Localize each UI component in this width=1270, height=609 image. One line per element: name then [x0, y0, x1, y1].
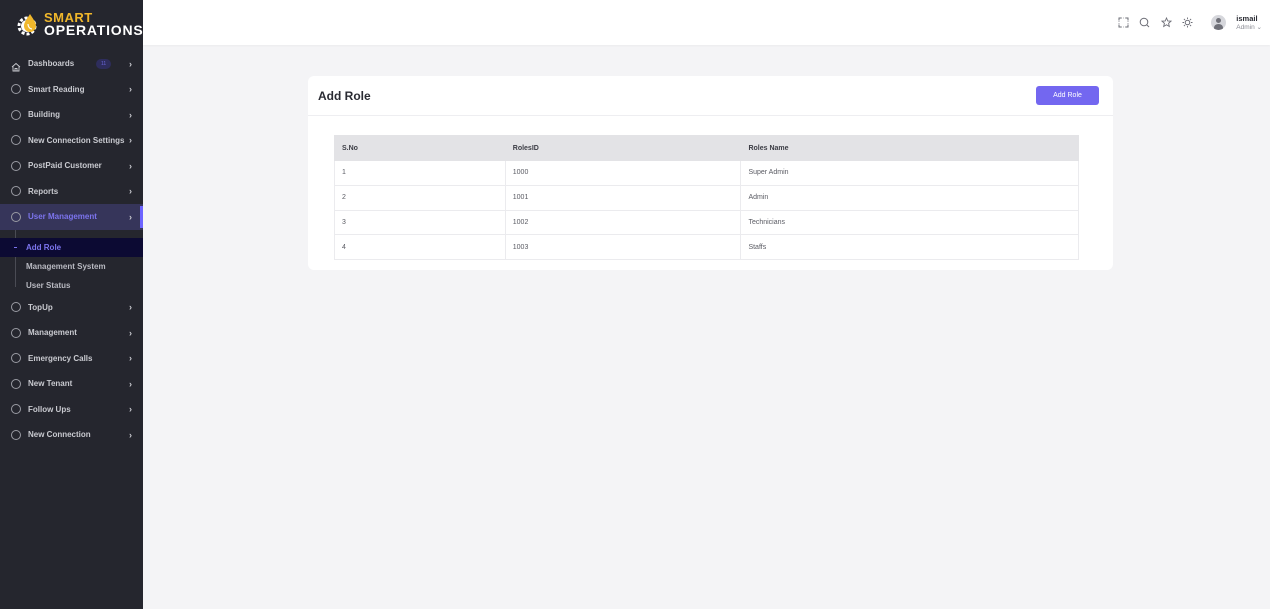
- user-name: ismail: [1236, 13, 1258, 23]
- circle-icon: [11, 404, 21, 415]
- submenu-item-add-role[interactable]: Add Role: [0, 237, 143, 257]
- user-menu[interactable]: ismail Admin ⌄: [1236, 14, 1262, 32]
- sidebar-item-new-tenant[interactable]: New Tenant ›: [0, 371, 143, 397]
- table-row: 1 1000 Super Admin: [334, 160, 1079, 186]
- sidebar-nav: Dashboards 11 › Smart Reading › Building…: [0, 51, 143, 448]
- sidebar-item-label: Reports: [28, 186, 59, 196]
- roles-table: S.No RolesID Roles Name 1 1000 Super Adm…: [334, 135, 1079, 261]
- chevron-down-icon: ⌄: [1256, 23, 1262, 31]
- top-header: ismail Admin ⌄: [143, 0, 1270, 45]
- cell-roles-name: Technicians: [740, 209, 1079, 236]
- user-role: Admin: [1236, 23, 1255, 31]
- sidebar-item-label: New Tenant: [28, 379, 73, 389]
- chevron-right-icon: ›: [129, 160, 132, 171]
- add-role-card: Add Role Add Role S.No RolesID Roles Nam…: [308, 76, 1113, 270]
- sidebar-item-postpaid-customer[interactable]: PostPaid Customer ›: [0, 153, 143, 179]
- column-header-roles-id: RolesID: [504, 135, 742, 161]
- cell-roles-name: Admin: [740, 184, 1079, 211]
- avatar[interactable]: [1211, 15, 1227, 30]
- cell-roles-id: 1001: [504, 184, 742, 211]
- sidebar-item-label: New Connection Settings: [28, 135, 125, 145]
- sidebar-item-dashboards[interactable]: Dashboards 11 ›: [0, 51, 143, 77]
- circle-icon: [11, 353, 21, 364]
- sidebar-item-follow-ups[interactable]: Follow Ups ›: [0, 397, 143, 423]
- search-icon[interactable]: [1139, 17, 1151, 29]
- add-role-button[interactable]: Add Role: [1036, 86, 1099, 105]
- cell-roles-id: 1003: [504, 234, 742, 261]
- circle-icon: [11, 135, 21, 146]
- brand-line2: OPERATIONS: [44, 22, 144, 38]
- gear-drop-icon: [14, 10, 42, 38]
- brand-logo[interactable]: SMART OPERATIONS: [0, 0, 143, 48]
- circle-icon: [11, 186, 21, 197]
- sidebar-item-management[interactable]: Management ›: [0, 320, 143, 346]
- page-title: Add Role: [318, 88, 371, 103]
- chevron-right-icon: ›: [129, 186, 132, 197]
- cell-roles-name: Super Admin: [740, 160, 1079, 186]
- sidebar-item-new-connection[interactable]: New Connection ›: [0, 422, 143, 448]
- cell-roles-id: 1002: [504, 209, 742, 236]
- circle-icon: [11, 109, 21, 120]
- chevron-right-icon: ›: [129, 84, 132, 95]
- sidebar-item-label: Dashboards: [28, 59, 75, 69]
- sidebar-item-new-connection-settings[interactable]: New Connection Settings ›: [0, 128, 143, 154]
- sidebar-item-building[interactable]: Building ›: [0, 102, 143, 128]
- column-header-sno: S.No: [334, 135, 506, 161]
- submenu-item-user-status[interactable]: User Status: [0, 276, 143, 295]
- sidebar-item-label: Building: [28, 110, 60, 120]
- chevron-right-icon: ›: [129, 378, 132, 389]
- chevron-right-icon: ›: [129, 211, 132, 222]
- table-row: 4 1003 Staffs: [334, 234, 1079, 261]
- chevron-right-icon: ›: [129, 109, 132, 120]
- circle-icon: [11, 211, 21, 222]
- sun-icon[interactable]: [1182, 17, 1194, 29]
- chevron-right-icon: ›: [129, 302, 132, 313]
- circle-icon: [11, 378, 21, 389]
- circle-icon: [11, 327, 21, 338]
- circle-icon: [11, 429, 21, 440]
- fullscreen-icon[interactable]: [1117, 17, 1129, 29]
- sidebar: SMART OPERATIONS Dashboards 11 › Smart R…: [0, 0, 143, 609]
- table-header-row: S.No RolesID Roles Name: [334, 135, 1079, 161]
- home-icon: [11, 59, 21, 72]
- sidebar-item-label: Follow Ups: [28, 404, 71, 414]
- sidebar-item-emergency-calls[interactable]: Emergency Calls ›: [0, 346, 143, 372]
- sidebar-item-label: Smart Reading: [28, 84, 85, 94]
- table-row: 3 1002 Technicians: [334, 209, 1079, 236]
- column-header-roles-name: Roles Name: [740, 135, 1079, 161]
- sidebar-item-reports[interactable]: Reports ›: [0, 179, 143, 205]
- sidebar-item-label: TopUp: [28, 302, 53, 312]
- star-icon[interactable]: [1160, 17, 1172, 29]
- sidebar-item-label: Emergency Calls: [28, 353, 93, 363]
- sidebar-item-user-management[interactable]: User Management ›: [0, 204, 143, 230]
- sidebar-item-label: New Connection: [28, 430, 91, 440]
- sidebar-item-label: Management: [28, 328, 77, 338]
- chevron-right-icon: ›: [129, 135, 132, 146]
- chevron-right-icon: ›: [129, 327, 132, 338]
- table-row: 2 1001 Admin: [334, 184, 1079, 211]
- sidebar-item-label: PostPaid Customer: [28, 161, 102, 171]
- chevron-right-icon: ›: [129, 353, 132, 364]
- chevron-right-icon: ›: [129, 429, 132, 440]
- chevron-right-icon: ›: [129, 404, 132, 415]
- sidebar-item-topup[interactable]: TopUp ›: [0, 295, 143, 321]
- sidebar-item-label: User Management: [28, 212, 97, 222]
- cell-sno: 1: [334, 160, 506, 186]
- chevron-right-icon: ›: [129, 58, 132, 69]
- count-badge: 11: [96, 59, 112, 69]
- circle-icon: [11, 160, 21, 171]
- user-management-submenu: Add Role Management System User Status: [0, 229, 143, 295]
- circle-icon: [11, 302, 21, 313]
- cell-sno: 4: [334, 234, 506, 261]
- sidebar-item-smart-reading[interactable]: Smart Reading ›: [0, 77, 143, 103]
- circle-icon: [11, 84, 21, 95]
- cell-roles-name: Staffs: [740, 234, 1079, 261]
- cell-sno: 3: [334, 209, 506, 236]
- cell-sno: 2: [334, 184, 506, 211]
- cell-roles-id: 1000: [504, 160, 742, 186]
- submenu-item-management-system[interactable]: Management System: [0, 257, 143, 276]
